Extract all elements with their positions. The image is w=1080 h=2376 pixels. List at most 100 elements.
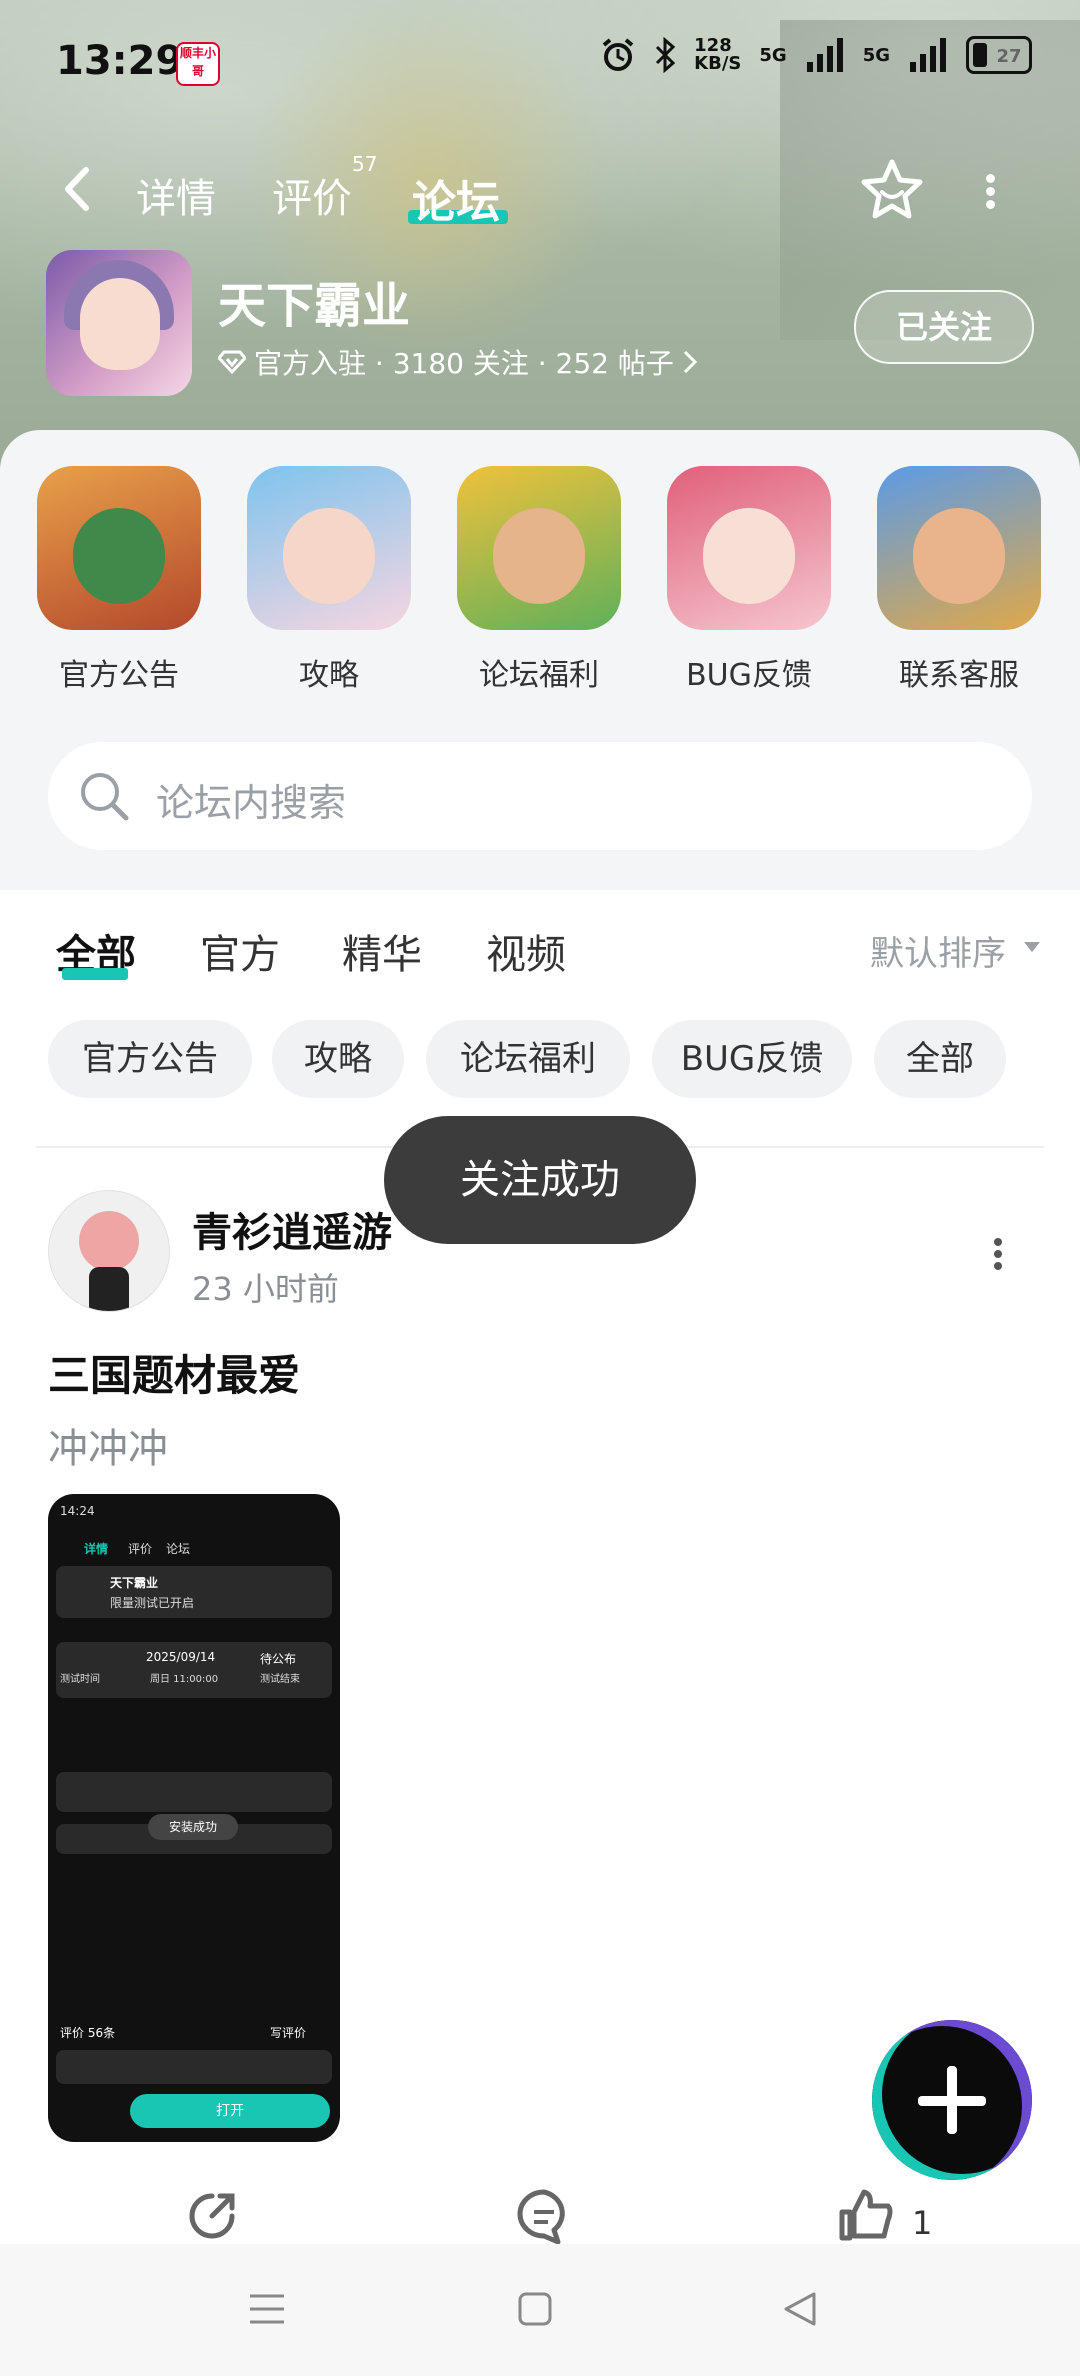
category-label: 官方公告 [59, 658, 179, 693]
post-content: 冲冲冲 [48, 1426, 168, 1472]
category-label: 攻略 [299, 658, 359, 693]
signal-label-1: 5G [759, 44, 787, 66]
signal-icon-1 [805, 38, 845, 72]
status-time: 13:29 [56, 38, 184, 84]
shot-reviews-label: 评价 56条 [60, 2024, 115, 2041]
shot-date-sub: 周日 11:00:00 [150, 1674, 219, 1685]
category-bug-feedback[interactable]: BUG反馈 [664, 466, 834, 694]
comment-icon[interactable] [514, 2186, 574, 2246]
tab-forum[interactable]: 论坛 [412, 166, 500, 230]
category-forum-benefits-icon [457, 466, 621, 630]
menu-icon[interactable] [244, 2286, 290, 2332]
chevron-right-icon [683, 350, 698, 374]
chip-forum-benefits[interactable]: 论坛福利 [426, 1020, 630, 1098]
game-info: 天下霸业 官方入驻 · 3180 关注 · 252 帖子 已关注 [0, 250, 1080, 400]
shot-game-title: 天下霸业 [110, 1576, 159, 1590]
tab-details[interactable]: 详情 [136, 166, 216, 224]
status-icons: 128 KB/S 5G 5G 27 [600, 36, 1032, 74]
chip-bug-feedback[interactable]: BUG反馈 [652, 1020, 852, 1098]
game-icon[interactable] [46, 250, 192, 396]
post-time: 23 小时前 [192, 1270, 339, 1308]
share-icon[interactable] [182, 2186, 242, 2246]
game-meta-text: 官方入驻 · 3180 关注 · 252 帖子 [254, 347, 674, 380]
category-official-announcement-icon [37, 466, 201, 630]
category-bug-feedback-icon [667, 466, 831, 630]
category-label: 联系客服 [899, 658, 1019, 693]
shot-review-card [56, 2050, 332, 2084]
post-title: 三国题材最爱 [48, 1351, 301, 1400]
system-nav-bar [0, 2244, 1080, 2376]
category-customer-service-icon [877, 466, 1041, 630]
verified-diamond-icon [218, 350, 246, 374]
battery-level: 27 [996, 46, 1022, 67]
shot-tab-details: 详情 [84, 1542, 109, 1556]
bluetooth-icon [656, 37, 676, 73]
feed-tabs: 全部 官方 精华 视频 默认排序 [0, 890, 1080, 1000]
avatar[interactable] [48, 1190, 170, 1312]
chip-guide[interactable]: 攻略 [272, 1020, 404, 1098]
category-label: BUG反馈 [686, 658, 812, 693]
category-guide[interactable]: 攻略 [244, 466, 414, 694]
home-icon[interactable] [512, 2286, 558, 2332]
shot-test-end: 测试结束 [260, 1674, 300, 1685]
signal-label-2: 5G [862, 44, 890, 66]
shot-reviews: 评价 [60, 2026, 85, 2040]
net-speed: 128 KB/S [694, 35, 742, 74]
feed-tab-featured[interactable]: 精华 [342, 922, 422, 980]
toast-follow-success: 关注成功 [384, 1116, 696, 1244]
status-bar: 13:29 顺丰小哥 128 KB/S 5G 5G 27 [0, 0, 1080, 120]
shot-toast: 安装成功 [148, 1814, 238, 1840]
shot-open-button: 打开 [130, 2094, 330, 2128]
shot-time: 14:24 [60, 1504, 95, 1518]
reviews-count: 57 [352, 152, 378, 176]
category-panel: 官方公告 攻略 论坛福利 BUG反馈 联系客服 论坛内搜索 [0, 430, 1080, 890]
like-icon[interactable] [836, 2186, 896, 2246]
chip-all[interactable]: 全部 [874, 1020, 1006, 1098]
favorite-star-icon[interactable] [860, 158, 924, 222]
shot-game-card: 天下霸业 限量测试已开启 [56, 1566, 332, 1618]
top-nav: 详情 评价 57 论坛 [0, 150, 1080, 230]
chip-official-announcement[interactable]: 官方公告 [48, 1020, 252, 1098]
caret-down-icon [1024, 942, 1040, 952]
shot-write-review: 写评价 [270, 2026, 307, 2040]
search-placeholder: 论坛内搜索 [156, 781, 347, 825]
app-notification-icon: 顺丰小哥 [176, 42, 220, 86]
tab-reviews[interactable]: 评价 [272, 166, 352, 224]
post-more-icon[interactable] [990, 1234, 1006, 1274]
feed-tab-video[interactable]: 视频 [486, 922, 566, 980]
search-icon [81, 773, 129, 821]
shot-reviews-count: 56条 [87, 2026, 116, 2040]
search-input[interactable]: 论坛内搜索 [48, 742, 1032, 850]
alarm-icon [602, 38, 634, 71]
game-meta[interactable]: 官方入驻 · 3180 关注 · 252 帖子 [218, 342, 698, 382]
feed-tab-official[interactable]: 官方 [200, 922, 280, 980]
shot-activity-card-1 [56, 1772, 332, 1812]
create-post-button[interactable] [872, 2020, 1032, 2180]
shot-date: 2025/09/14 [146, 1650, 216, 1664]
category-guide-icon [247, 466, 411, 630]
signal-icon-2 [908, 38, 948, 72]
category-customer-service[interactable]: 联系客服 [874, 466, 1044, 694]
filter-chips: 官方公告 攻略 论坛福利 BUG反馈 全部 [0, 1012, 1080, 1102]
follow-button[interactable]: 已关注 [854, 290, 1034, 364]
post-username[interactable]: 青衫逍遥游 [192, 1200, 392, 1258]
sort-dropdown[interactable]: 默认排序 [870, 926, 1006, 975]
shot-tab-forum: 论坛 [166, 1542, 191, 1556]
shot-game-status: 限量测试已开启 [110, 1596, 195, 1610]
shot-pending: 待公布 [260, 1652, 297, 1666]
shot-tab-reviews: 评价 [128, 1542, 153, 1556]
post-actions: 1 [0, 2186, 1080, 2246]
post-image[interactable]: 14:24 详情 评价 论坛 天下霸业 限量测试已开启 2025/09/14 周… [48, 1494, 340, 2142]
shot-test-card: 2025/09/14 周日 11:00:00 待公布 测试时间 测试结束 [56, 1642, 332, 1698]
feed-tab-underline [62, 968, 128, 980]
category-forum-benefits[interactable]: 论坛福利 [454, 466, 624, 694]
back-icon[interactable] [58, 164, 98, 214]
game-title: 天下霸业 [218, 278, 411, 334]
category-label: 论坛福利 [479, 658, 599, 693]
category-official-announcement[interactable]: 官方公告 [34, 466, 204, 694]
battery-icon: 27 [966, 36, 1032, 74]
like-count: 1 [912, 2204, 933, 2242]
more-options-icon[interactable] [980, 170, 1000, 210]
back-nav-icon[interactable] [778, 2286, 824, 2332]
shot-test-time: 测试时间 [60, 1674, 100, 1685]
